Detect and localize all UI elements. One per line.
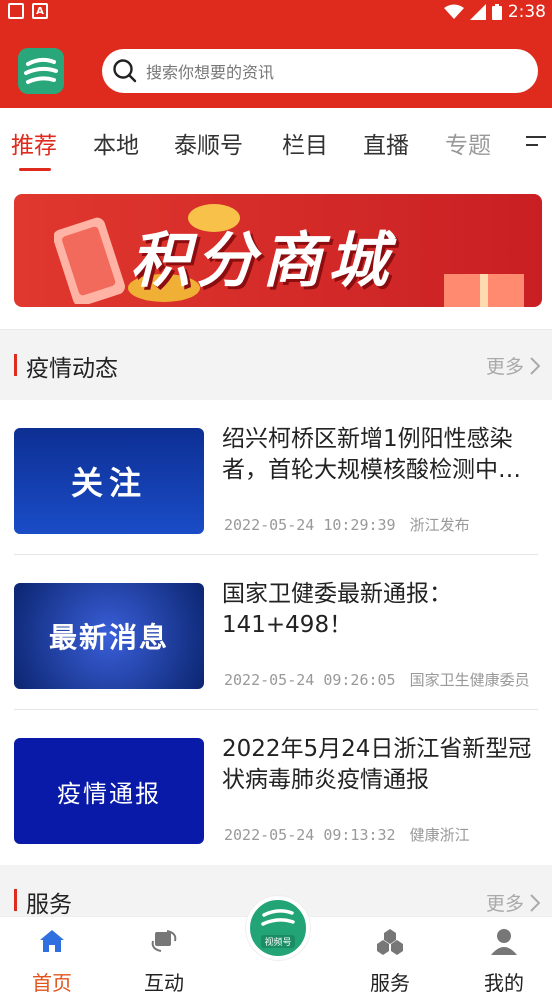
thumbnail-text: 关注: [70, 464, 147, 502]
banner-title: 积分商城: [130, 226, 394, 296]
news-source: 国家卫生健康委员: [409, 671, 530, 689]
thumbnail-text: 最新消息: [48, 621, 169, 654]
tab-topic[interactable]: 专题: [445, 126, 491, 160]
nav-label: 服务: [370, 971, 410, 995]
news-source: 浙江发布: [409, 516, 470, 534]
nav-interact[interactable]: 互动: [124, 927, 204, 996]
section-title: 疫情动态: [26, 356, 118, 382]
tab-taishun[interactable]: 泰顺号: [174, 126, 243, 160]
tab-live[interactable]: 直播: [363, 126, 409, 160]
section-accent-bar: [14, 354, 17, 376]
active-tab-indicator: [19, 168, 51, 171]
status-time: 2:38: [507, 2, 546, 22]
search-icon: [113, 59, 137, 83]
more-label: 更多: [485, 893, 524, 915]
notification-icon: [8, 3, 24, 19]
wifi-icon: [443, 4, 464, 19]
news-date: 2022-05-24 09:13:32: [224, 826, 396, 844]
app-header: 搜索你想要的资讯: [0, 24, 552, 108]
app-logo[interactable]: [18, 48, 64, 94]
news-thumbnail: 关注: [14, 428, 204, 534]
battery-icon: [491, 4, 502, 20]
chevron-right-icon: [530, 893, 540, 912]
news-meta: 2022-05-24 09:26:05 国家卫生健康委员: [224, 669, 530, 690]
news-headline: 国家卫健委最新通报：141+498！: [222, 581, 452, 638]
news-headline: 绍兴柯桥区新增1例阳性感染者，首轮大规模核酸检测中…: [222, 426, 521, 483]
status-bar: A 2:38: [0, 0, 552, 24]
news-date: 2022-05-24 09:26:05: [224, 671, 396, 689]
nav-label: 首页: [32, 971, 72, 995]
tab-column[interactable]: 栏目: [282, 126, 328, 160]
news-thumbnail: 疫情通报: [14, 738, 204, 844]
more-link[interactable]: 更多: [486, 352, 540, 379]
cellular-icon: [469, 4, 486, 20]
tab-local[interactable]: 本地: [93, 126, 139, 160]
search-box[interactable]: 搜索你想要的资讯: [102, 49, 538, 93]
service-icon: [377, 929, 403, 955]
more-label: 更多: [485, 356, 524, 378]
video-icon: [261, 909, 295, 926]
news-meta: 2022-05-24 09:13:32 健康浙江: [224, 824, 470, 845]
search-placeholder: 搜索你想要的资讯: [146, 63, 275, 82]
tab-menu-icon[interactable]: [526, 136, 546, 152]
news-item[interactable]: 疫情通报 2022年5月24日浙江省新型冠状病毒肺炎疫情通报 2022-05-2…: [0, 710, 552, 865]
points-mall-banner[interactable]: 积分商城: [14, 194, 542, 307]
category-tabs: 推荐 本地 泰顺号 栏目 直播 专题: [0, 108, 552, 174]
news-thumbnail: 最新消息: [14, 583, 204, 689]
nav-profile[interactable]: 我的: [464, 927, 544, 996]
interact-icon: [151, 930, 177, 952]
section-title: 服务: [26, 892, 72, 918]
section-accent-bar: [14, 889, 17, 911]
home-icon: [40, 930, 64, 952]
more-link[interactable]: 更多: [486, 889, 540, 916]
news-date: 2022-05-24 10:29:39: [224, 516, 396, 534]
news-meta: 2022-05-24 10:29:39 浙江发布: [224, 514, 470, 535]
profile-icon: [491, 929, 517, 955]
app-notification-icon: A: [32, 3, 48, 19]
nav-service[interactable]: 服务: [350, 927, 430, 996]
news-item[interactable]: 关注 绍兴柯桥区新增1例阳性感染者，首轮大规模核酸检测中… 2022-05-24…: [0, 400, 552, 555]
gift-box-illustration: [444, 274, 524, 307]
phone-illustration: [54, 217, 125, 304]
tab-recommend[interactable]: 推荐: [11, 126, 57, 160]
video-channel-button[interactable]: 视频号: [246, 896, 310, 960]
nav-home[interactable]: 首页: [12, 927, 92, 996]
chevron-right-icon: [530, 356, 540, 375]
news-source: 健康浙江: [409, 826, 470, 844]
section-header-epidemic: 疫情动态 更多: [0, 330, 552, 400]
news-headline: 2022年5月24日浙江省新型冠状病毒肺炎疫情通报: [222, 736, 532, 793]
news-item[interactable]: 最新消息 国家卫健委最新通报：141+498！ 2022-05-24 09:26…: [0, 555, 552, 710]
thumbnail-text: 疫情通报: [57, 779, 161, 808]
nav-label: 我的: [484, 971, 524, 995]
center-button-label: 视频号: [261, 935, 295, 948]
nav-label: 互动: [144, 971, 184, 995]
